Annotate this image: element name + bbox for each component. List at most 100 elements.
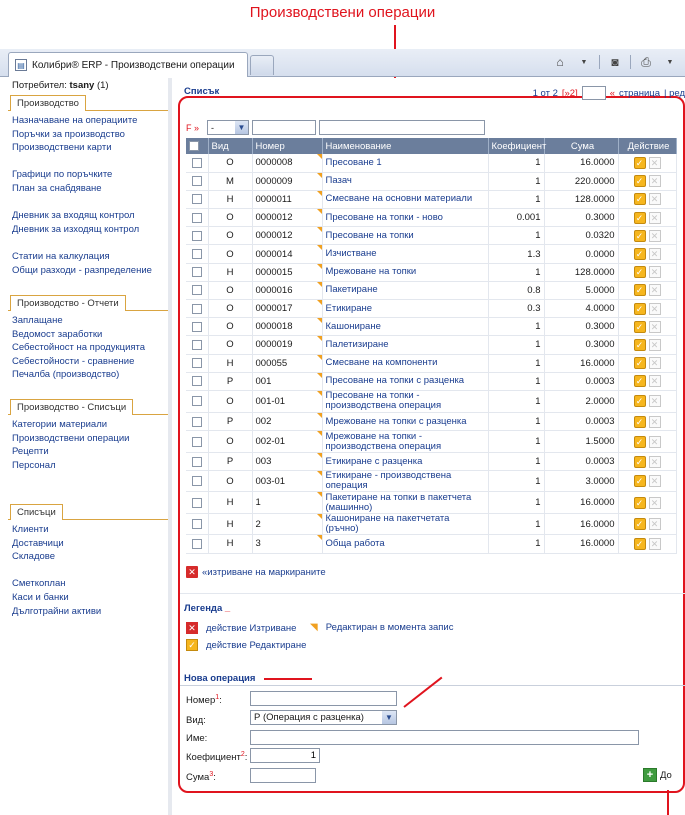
- sidebar-item[interactable]: Ведомост заработки: [8, 328, 171, 342]
- row-name-link[interactable]: Кашониране на пакетчетата (ръчно): [322, 513, 489, 536]
- number-input[interactable]: [250, 691, 397, 706]
- delete-icon[interactable]: ✕: [648, 395, 661, 408]
- table-row[interactable]: О 0000014 Изчистване 1.3 0.0000 ✓ ✕: [186, 244, 677, 264]
- sidebar-item[interactable]: Себестойности - сравнение: [8, 355, 171, 369]
- delete-icon[interactable]: ✕: [648, 357, 661, 370]
- edit-icon[interactable]: ✓: [633, 518, 646, 531]
- edit-icon[interactable]: ✓: [633, 229, 646, 242]
- row-name-link[interactable]: Етикиране с разценка: [322, 452, 489, 472]
- row-checkbox[interactable]: [191, 303, 202, 314]
- select-all-checkbox[interactable]: [189, 140, 199, 151]
- sidebar-item[interactable]: Складове: [8, 550, 171, 564]
- print-icon[interactable]: ⎙: [637, 53, 655, 71]
- row-checkbox[interactable]: [191, 212, 202, 223]
- delete-icon[interactable]: ✕: [648, 435, 661, 448]
- sidebar-item[interactable]: Печалба (производство): [8, 368, 171, 382]
- sidebar-item[interactable]: Персонал: [8, 459, 171, 473]
- col-sum[interactable]: Сума: [544, 138, 619, 154]
- table-row[interactable]: Н 2 Кашониране на пакетчетата (ръчно) 1 16.0…: [186, 513, 677, 536]
- sidebar-item[interactable]: Поръчки за производство: [8, 128, 171, 142]
- delete-marked-link[interactable]: ✕ «изтриване на маркираните: [186, 566, 326, 578]
- row-name-link[interactable]: Смесване на компоненти: [322, 354, 489, 373]
- row-checkbox[interactable]: [191, 285, 202, 296]
- row-name-link[interactable]: Смесване на основни материали: [322, 190, 489, 210]
- nav-group-title[interactable]: Производство: [10, 95, 86, 111]
- row-name-link[interactable]: Пресоване 1: [322, 154, 489, 173]
- delete-icon[interactable]: ✕: [648, 518, 661, 531]
- edit-icon[interactable]: ✓: [633, 302, 646, 315]
- edit-icon[interactable]: ✓: [633, 175, 646, 188]
- filter-name-input[interactable]: [319, 120, 485, 135]
- home-icon[interactable]: ⌂: [551, 53, 569, 71]
- table-row[interactable]: О 003-01 Етикиране - производствена операц…: [186, 470, 677, 493]
- table-row[interactable]: О 002-01 Мрежоване на топки - производстве…: [186, 430, 677, 454]
- table-row[interactable]: Р 002 Мрежоване на топки с разценка 1 0.0003…: [186, 412, 677, 432]
- nav-group-title[interactable]: Производство - Списъци: [10, 399, 134, 415]
- edit-icon[interactable]: ✓: [633, 537, 646, 550]
- delete-icon[interactable]: ✕: [648, 537, 661, 550]
- browser-tab[interactable]: ▤ Колибри® ERP - Производствени операции: [8, 52, 248, 77]
- edit-icon[interactable]: ✓: [633, 248, 646, 261]
- delete-icon[interactable]: ✕: [648, 193, 661, 206]
- sidebar-item[interactable]: Общи разходи - разпределение: [8, 264, 171, 278]
- edit-icon[interactable]: ✓: [633, 496, 646, 509]
- page-input[interactable]: [581, 86, 606, 100]
- pager-status[interactable]: 1 от 2: [533, 88, 558, 99]
- edit-icon[interactable]: ✓: [633, 193, 646, 206]
- col-number[interactable]: Номер: [252, 138, 323, 154]
- row-checkbox[interactable]: [191, 194, 202, 205]
- edit-icon[interactable]: ✓: [633, 338, 646, 351]
- legend-toggle[interactable]: _: [225, 603, 230, 614]
- delete-icon[interactable]: ✕: [648, 248, 661, 261]
- row-checkbox[interactable]: [191, 396, 202, 407]
- sidebar-item[interactable]: Графици по поръчките: [8, 168, 171, 182]
- col-name[interactable]: Наименование: [322, 138, 489, 154]
- edit-icon[interactable]: ✓: [633, 415, 646, 428]
- table-row[interactable]: О 0000019 Палетизиране 1 0.3000 ✓ ✕: [186, 335, 677, 355]
- row-checkbox[interactable]: [191, 538, 202, 549]
- table-row[interactable]: Н 000055 Смесване на компоненти 1 16.0000 ✓ ✕: [186, 354, 677, 373]
- delete-icon[interactable]: ✕: [648, 302, 661, 315]
- sidebar-item[interactable]: Заплащане: [8, 314, 171, 328]
- delete-icon[interactable]: ✕: [648, 338, 661, 351]
- row-checkbox[interactable]: [191, 416, 202, 427]
- sidebar-item[interactable]: Производствени карти: [8, 141, 171, 155]
- row-checkbox[interactable]: [191, 176, 202, 187]
- row-name-link[interactable]: Пазач: [322, 172, 489, 191]
- feed-icon[interactable]: ◙: [606, 53, 624, 71]
- sidebar-item[interactable]: Клиенти: [8, 523, 171, 537]
- table-row[interactable]: О 0000018 Кашониране 1 0.3000 ✓ ✕: [186, 317, 677, 337]
- table-row[interactable]: Н 1 Пакетиране на топки в пакетчета (машин…: [186, 491, 677, 515]
- sidebar-item[interactable]: Себестойност на продукцията: [8, 341, 171, 355]
- table-row[interactable]: О 0000016 Пакетиране 0.8 5.0000 ✓ ✕: [186, 281, 677, 301]
- sidebar-item[interactable]: Сметкоплан: [8, 577, 171, 591]
- delete-icon[interactable]: ✕: [648, 229, 661, 242]
- row-checkbox[interactable]: [191, 249, 202, 260]
- row-name-link[interactable]: Мрежоване на топки: [322, 263, 489, 282]
- table-row[interactable]: М 0000009 Пазач 1 220.0000 ✓ ✕: [186, 172, 677, 191]
- row-checkbox[interactable]: [191, 497, 202, 508]
- row-name-link[interactable]: Обща работа: [322, 534, 489, 554]
- edit-icon[interactable]: ✓: [633, 357, 646, 370]
- row-checkbox[interactable]: [191, 358, 202, 369]
- chevron-down-icon[interactable]: ▼: [661, 53, 679, 71]
- edit-icon[interactable]: ✓: [633, 266, 646, 279]
- row-name-link[interactable]: Изчистване: [322, 244, 489, 264]
- row-name-link[interactable]: Мрежоване на топки с разценка: [322, 412, 489, 432]
- sidebar-item[interactable]: План за снабдяване: [8, 182, 171, 196]
- sidebar-item[interactable]: Категории материали: [8, 418, 171, 432]
- delete-icon[interactable]: ✕: [648, 475, 661, 488]
- add-button[interactable]: + До: [643, 767, 672, 783]
- edit-icon[interactable]: ✓: [633, 156, 646, 169]
- name-input[interactable]: [250, 730, 639, 745]
- delete-icon[interactable]: ✕: [648, 415, 661, 428]
- filter-vid-select[interactable]: - ▼: [207, 120, 249, 135]
- sidebar-item[interactable]: Производствени операции: [8, 432, 171, 446]
- delete-icon[interactable]: ✕: [648, 496, 661, 509]
- edit-icon[interactable]: ✓: [633, 475, 646, 488]
- row-name-link[interactable]: Мрежоване на топки - производствена опер…: [322, 430, 489, 454]
- row-name-link[interactable]: Пакетиране: [322, 281, 489, 301]
- row-name-link[interactable]: Пакетиране на топки в пакетчета (машинно…: [322, 491, 489, 515]
- row-name-link[interactable]: Етикиране: [322, 299, 489, 319]
- row-checkbox[interactable]: [191, 267, 202, 278]
